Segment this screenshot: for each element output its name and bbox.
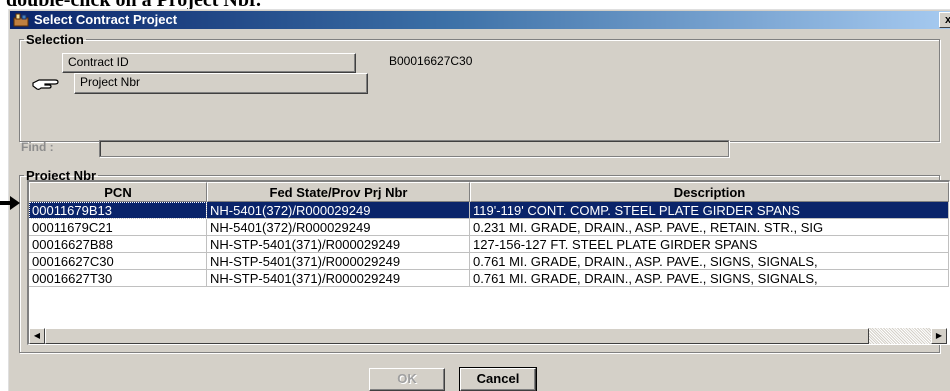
table-row[interactable]: 00016627B88 NH-STP-5401(371)/R000029249 … [29, 236, 949, 253]
contract-id-button[interactable]: Contract ID [62, 53, 356, 73]
scroll-right-icon[interactable]: ▶ [931, 328, 947, 344]
cell-fed-prj-nbr: NH-5401(372)/R000029249 [207, 202, 470, 219]
cell-pcn: 00011679C21 [29, 219, 207, 236]
project-nbr-button[interactable]: Project Nbr [74, 73, 368, 94]
table-row[interactable]: 00011679C21 NH-5401(372)/R000029249 0.23… [29, 219, 949, 236]
cell-fed-prj-nbr: NH-STP-5401(371)/R000029249 [207, 253, 470, 270]
select-contract-project-dialog: Select Contract Project x Selection Cont… [8, 9, 950, 391]
scroll-left-icon[interactable]: ◀ [29, 328, 45, 344]
contract-id-value: B00016627C30 [389, 54, 473, 68]
cell-fed-prj-nbr: NH-5401(372)/R000029249 [207, 219, 470, 236]
cell-fed-prj-nbr: NH-STP-5401(371)/R000029249 [207, 270, 470, 287]
find-label: Find : [21, 140, 54, 154]
cell-description: 0.761 MI. GRADE, DRAIN., ASP. PAVE., SIG… [470, 253, 949, 270]
window-title: Select Contract Project [34, 12, 178, 27]
table-row[interactable]: 00016627C30 NH-STP-5401(371)/R000029249 … [29, 253, 949, 270]
column-header-pcn[interactable]: PCN [29, 182, 207, 202]
grid-header: PCN Fed State/Prov Prj Nbr Description [29, 182, 949, 202]
table-row[interactable]: 00016627T30 NH-STP-5401(371)/R000029249 … [29, 270, 949, 287]
horizontal-scrollbar[interactable]: ◀ ▶ [29, 328, 947, 344]
table-row[interactable]: 00011679B13 NH-5401(372)/R000029249 119'… [29, 202, 949, 219]
pointing-hand-icon [32, 79, 59, 90]
cell-description: 0.231 MI. GRADE, DRAIN., ASP. PAVE., RET… [470, 219, 949, 236]
cancel-button[interactable]: Cancel [459, 367, 537, 391]
find-input[interactable] [99, 140, 729, 157]
cell-pcn: 00016627T30 [29, 270, 207, 287]
cell-description: 0.761 MI. GRADE, DRAIN., ASP. PAVE., SIG… [470, 270, 949, 287]
cell-pcn: 00011679B13 [29, 202, 207, 219]
cell-pcn: 00016627B88 [29, 236, 207, 253]
cell-description: 127-156-127 FT. STEEL PLATE GIRDER SPANS [470, 236, 949, 253]
title-bar[interactable]: Select Contract Project x [10, 11, 950, 29]
cell-pcn: 00016627C30 [29, 253, 207, 270]
column-header-fed-prj-nbr[interactable]: Fed State/Prov Prj Nbr [207, 182, 470, 202]
close-button[interactable]: x [939, 12, 950, 28]
column-header-description[interactable]: Description [470, 182, 949, 202]
right-arrow-icon [0, 196, 20, 210]
scrollbar-thumb[interactable] [45, 328, 869, 344]
selection-legend: Selection [26, 32, 84, 47]
cell-description: 119'-119' CONT. COMP. STEEL PLATE GIRDER… [470, 202, 949, 219]
ok-button[interactable]: OK [369, 368, 445, 391]
project-grid: PCN Fed State/Prov Prj Nbr Description 0… [27, 180, 950, 345]
cell-fed-prj-nbr: NH-STP-5401(371)/R000029249 [207, 236, 470, 253]
app-icon [13, 13, 29, 27]
